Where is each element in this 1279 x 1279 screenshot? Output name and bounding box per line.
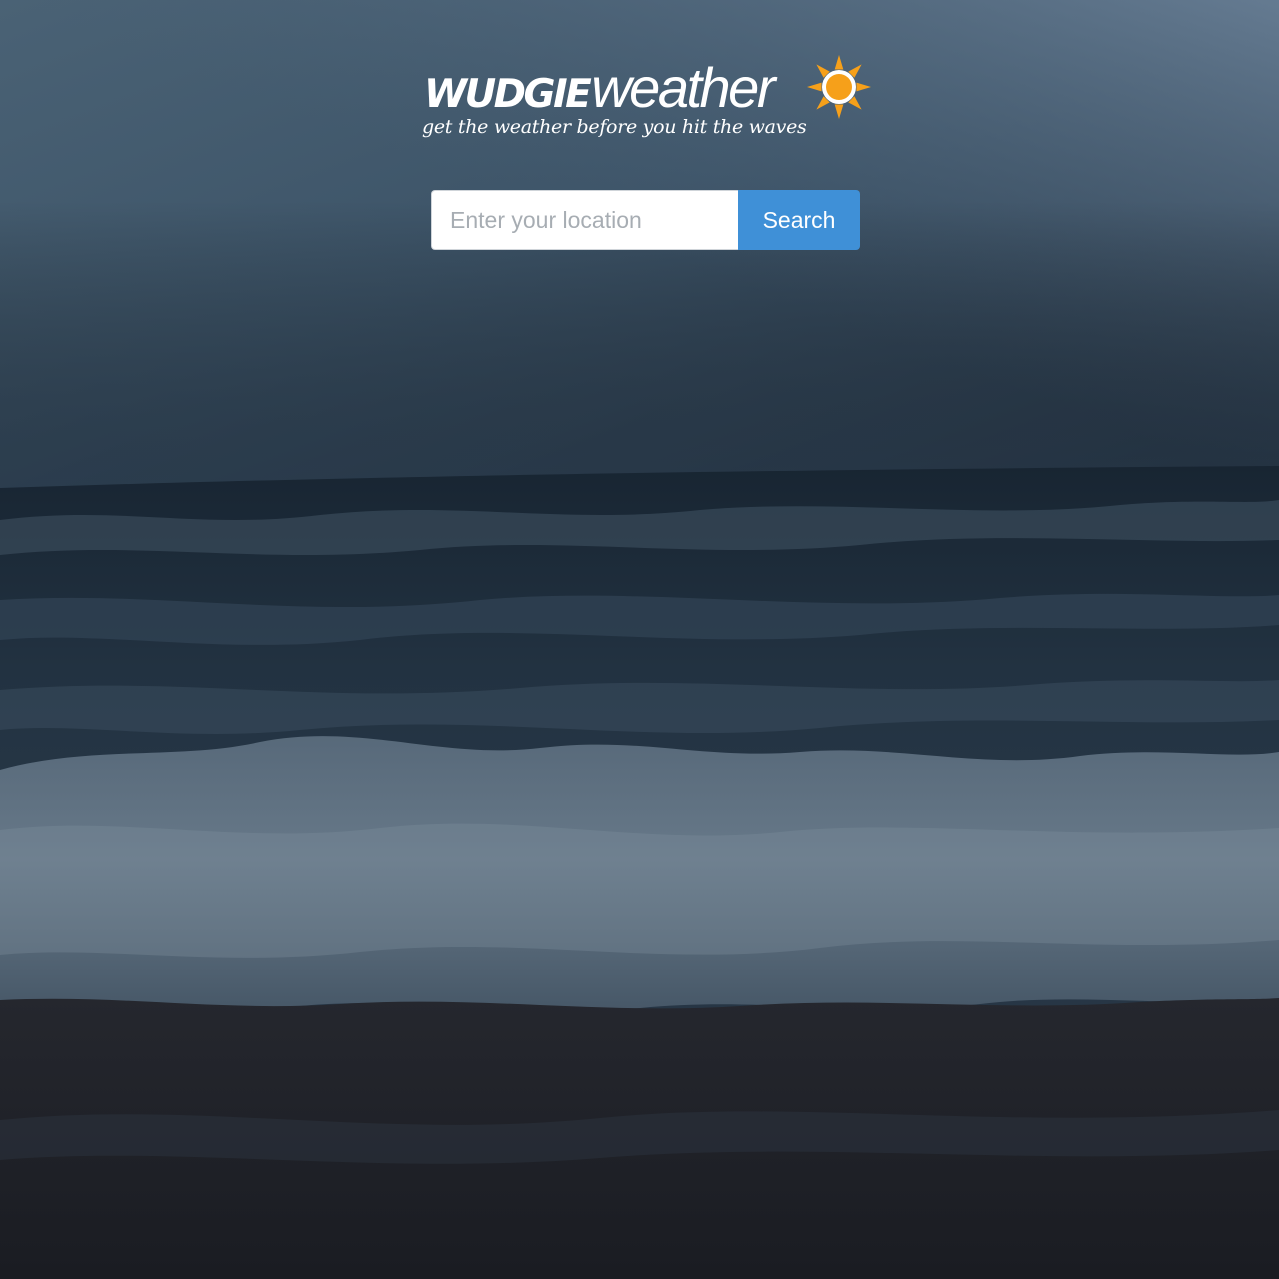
sun-ray <box>856 82 871 92</box>
logo-light-text: weather <box>591 56 775 119</box>
sun-icon <box>807 55 871 119</box>
search-button[interactable]: Search <box>738 190 860 250</box>
location-search-input[interactable] <box>431 190 738 250</box>
sun-ray <box>834 104 844 119</box>
brand-logo: WUDGIEweather get the weather before you… <box>422 52 882 148</box>
sun-ray <box>807 82 822 92</box>
sun-ray <box>834 55 844 70</box>
location-search-form: Search <box>431 190 860 250</box>
tagline: get the weather before you hit the waves <box>422 116 807 138</box>
page: WUDGIEweather get the weather before you… <box>0 0 1279 1279</box>
logo-wordmark: WUDGIEweather <box>424 60 775 117</box>
logo-bold-text: WUDGIE <box>424 72 592 117</box>
